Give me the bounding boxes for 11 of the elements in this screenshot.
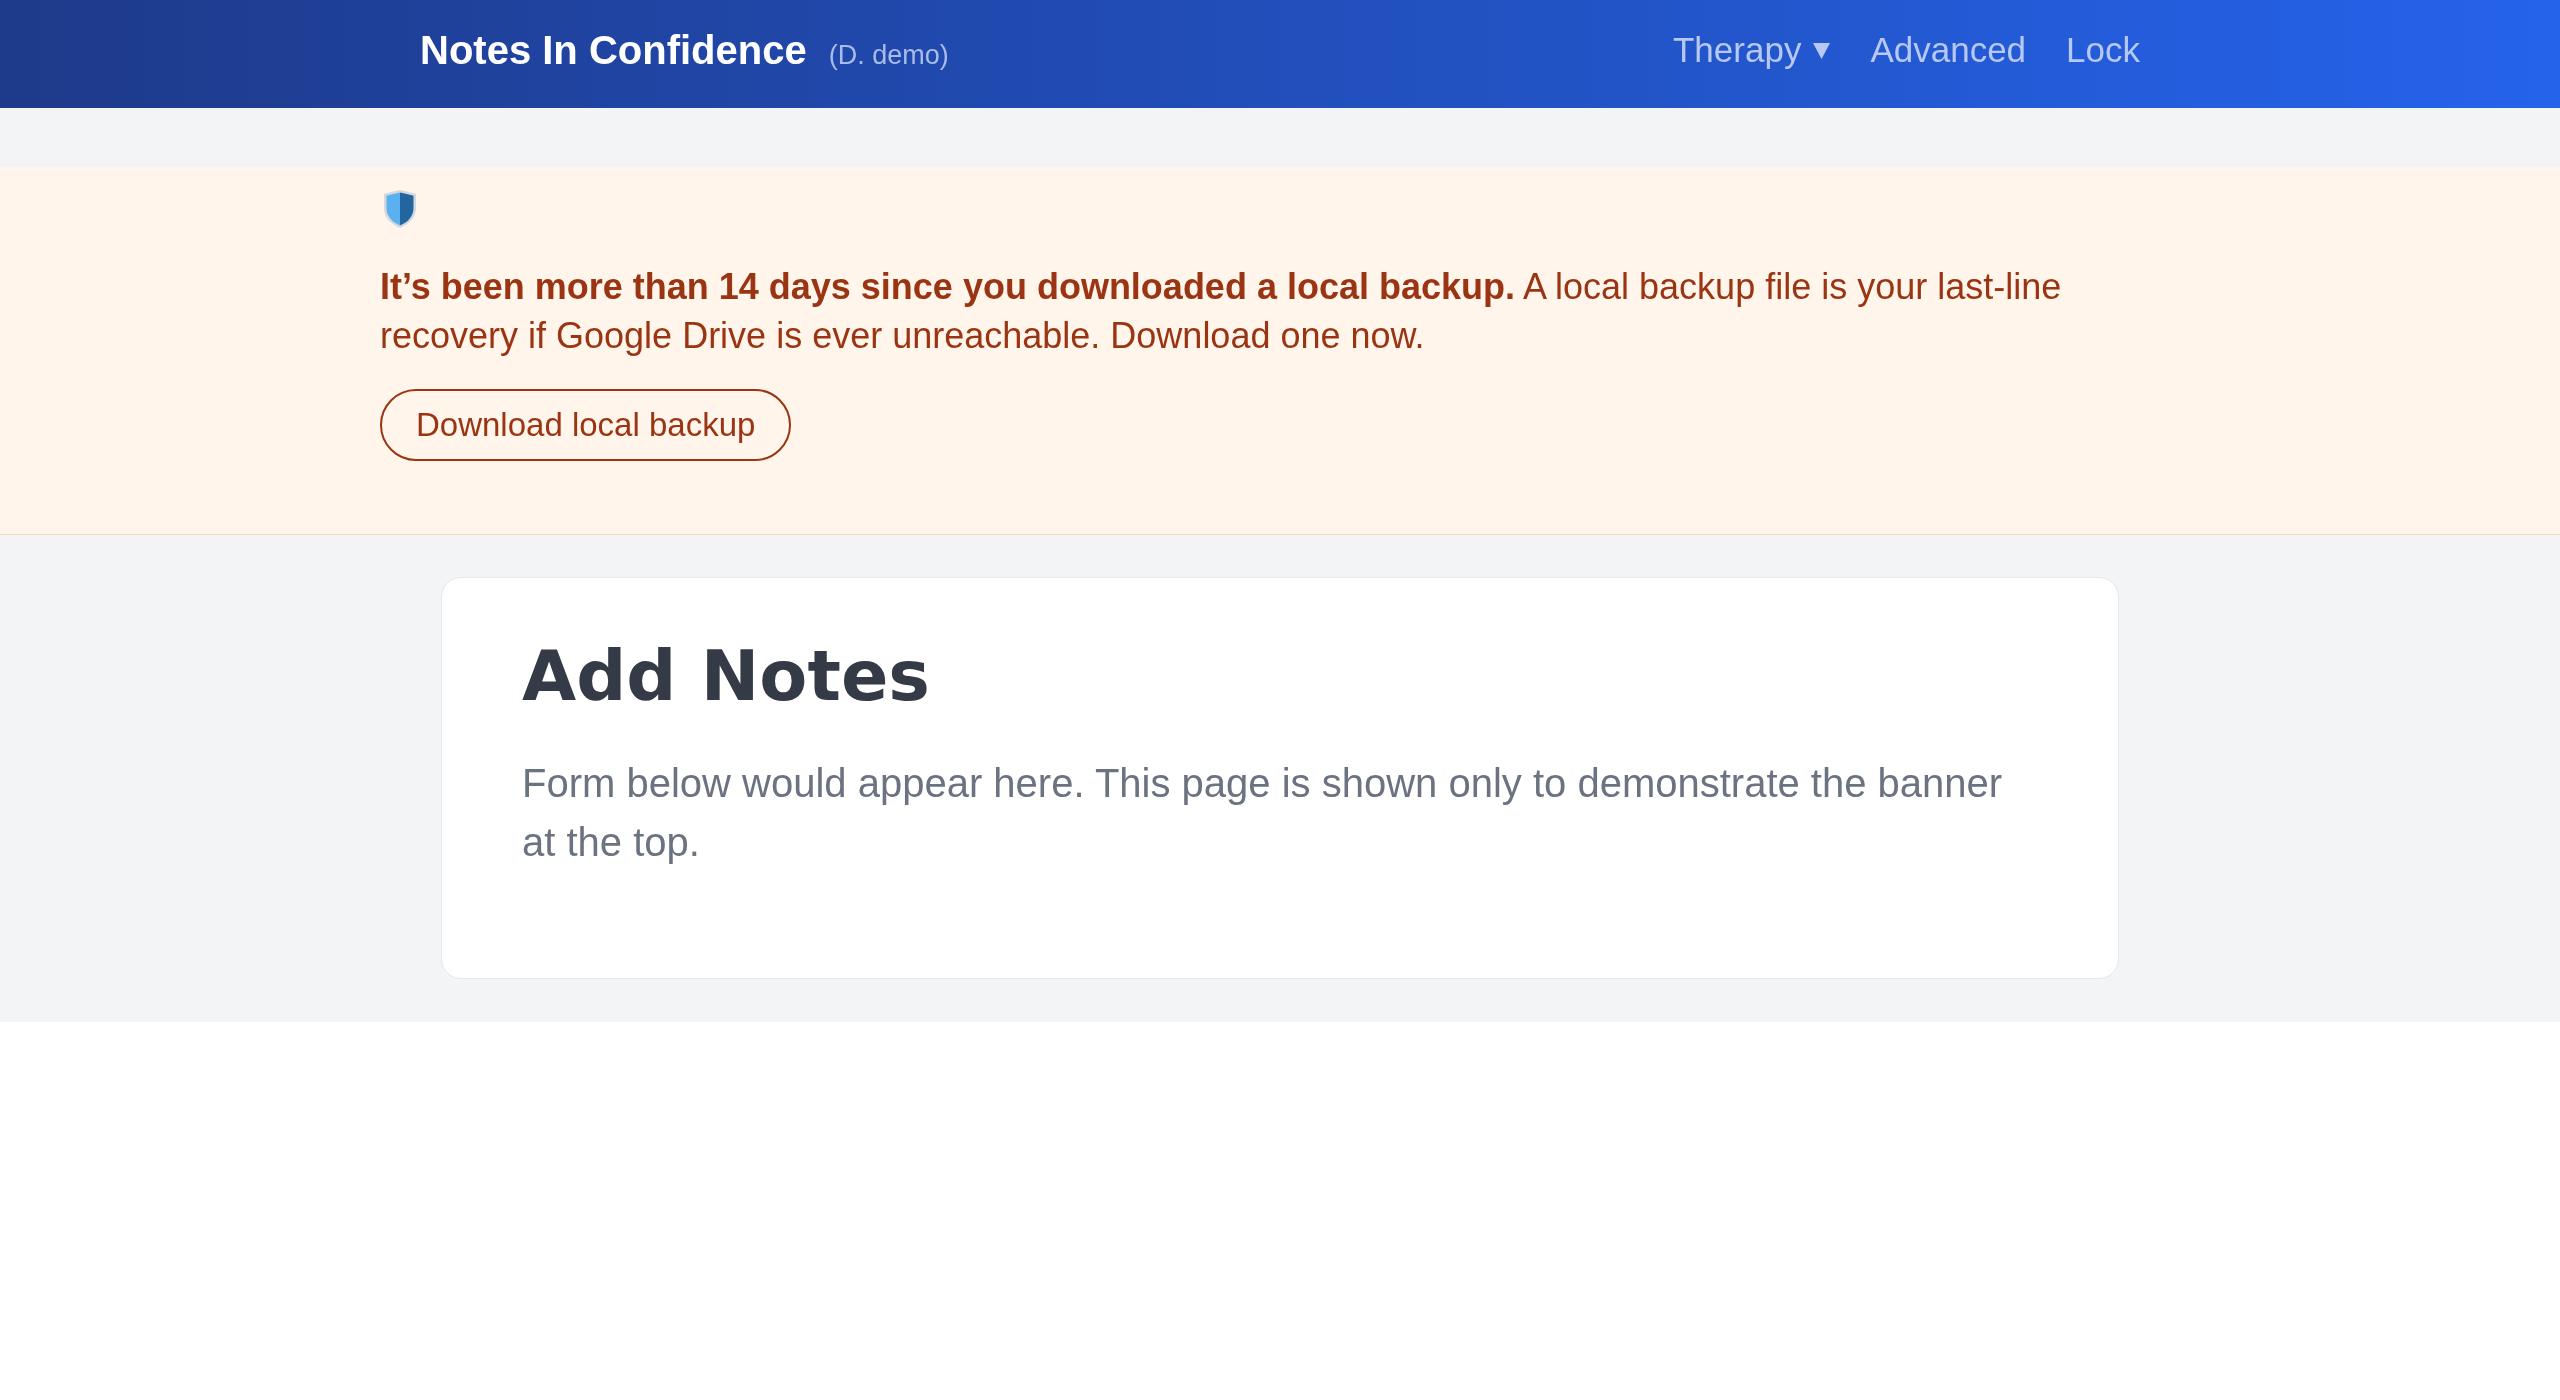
caret-icon [1813, 43, 1831, 59]
nav-dropdown[interactable]: Therapy [1673, 27, 1831, 73]
brand-link[interactable]: Notes In Confidence [420, 26, 807, 74]
user-label: (D. demo) [828, 40, 949, 71]
nav-link[interactable]: Lock [2066, 27, 2140, 73]
nav-link[interactable]: Advanced [1870, 27, 2027, 73]
page-title: Add Notes [522, 633, 932, 718]
backup-warning-message: It’s been more than 14 days since you downloaded a local backup. A local backup file is your last-line recovery if Google Drive is ever unreachable. Download one now. [380, 265, 2063, 358]
page-description: Form below would appear here. This page is shown only to demonstrate the banner at the top. [522, 759, 2004, 866]
shield-icon [382, 189, 418, 229]
download-backup-button[interactable]: Download local backup [380, 389, 792, 461]
